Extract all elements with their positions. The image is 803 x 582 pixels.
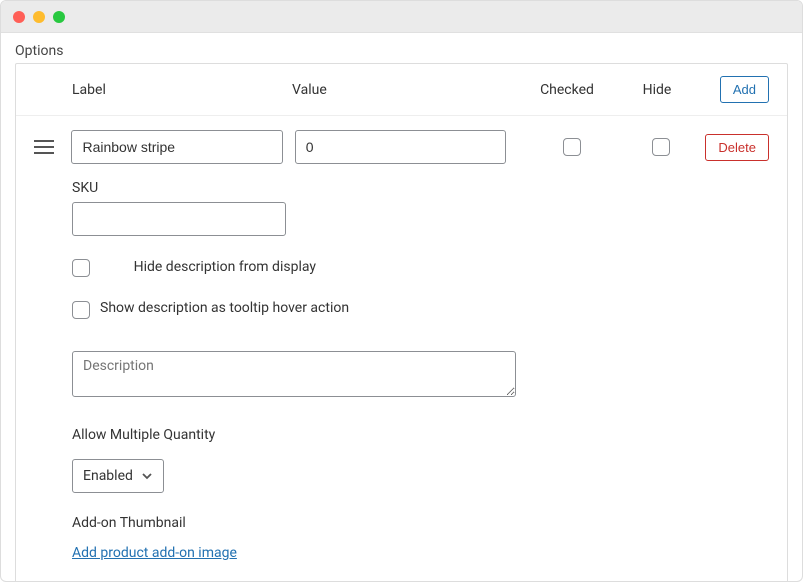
header-value: Value — [292, 82, 522, 98]
window: Options Label Value Checked Hide Add — [0, 0, 803, 582]
description-textarea[interactable] — [72, 351, 516, 397]
table-header: Label Value Checked Hide Add — [16, 64, 787, 116]
window-close-icon[interactable] — [13, 11, 25, 23]
checked-checkbox[interactable] — [563, 138, 581, 156]
delete-button[interactable]: Delete — [705, 134, 769, 161]
add-product-image-link[interactable]: Add product add-on image — [72, 545, 237, 561]
window-minimize-icon[interactable] — [33, 11, 45, 23]
allow-multiple-quantity-select[interactable]: Enabled — [72, 459, 164, 493]
option-row: Delete SKU Hide description from display… — [16, 116, 787, 581]
allow-multiple-quantity-value: Enabled — [83, 468, 133, 484]
header-label: Label — [72, 82, 292, 98]
drag-handle-icon[interactable] — [34, 139, 71, 155]
tooltip-description-checkbox[interactable] — [72, 301, 90, 319]
add-button[interactable]: Add — [720, 76, 769, 103]
content: Options Label Value Checked Hide Add — [1, 33, 802, 581]
allow-multiple-quantity-label: Allow Multiple Quantity — [72, 427, 769, 443]
hide-checkbox[interactable] — [652, 138, 670, 156]
hide-description-checkbox[interactable] — [72, 259, 90, 277]
sku-label: SKU — [72, 180, 769, 196]
window-maximize-icon[interactable] — [53, 11, 65, 23]
titlebar — [1, 1, 802, 33]
hide-description-label: Hide description from display — [100, 258, 316, 278]
label-input[interactable] — [71, 130, 282, 164]
section-title: Options — [15, 43, 788, 59]
header-hide: Hide — [612, 82, 702, 98]
header-checked: Checked — [522, 82, 612, 98]
value-input[interactable] — [295, 130, 506, 164]
addon-thumbnail-label: Add-on Thumbnail — [72, 515, 769, 531]
tooltip-description-label: Show description as tooltip hover action — [100, 300, 349, 316]
sku-input[interactable] — [72, 202, 286, 236]
options-panel: Label Value Checked Hide Add — [15, 63, 788, 581]
chevron-down-icon — [141, 470, 153, 482]
